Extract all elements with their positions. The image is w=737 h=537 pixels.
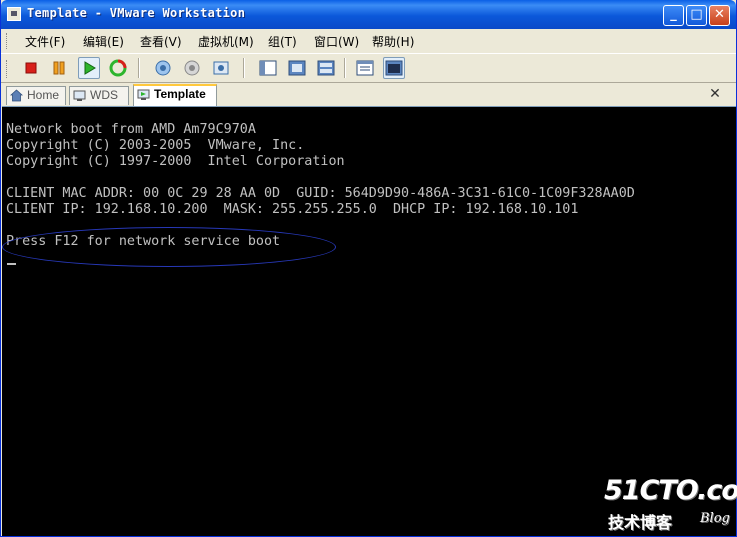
tab-template[interactable]: Template: [133, 84, 217, 106]
tab-bar: Home WDS Template ✕: [1, 84, 736, 106]
full-screen-button[interactable]: [286, 57, 308, 79]
console-line: CLIENT IP: 192.168.10.200 MASK: 255.255.…: [6, 202, 579, 217]
summary-view-icon: [356, 60, 374, 76]
quick-switch-icon: [317, 60, 335, 76]
watermark-blog: Blog: [700, 511, 730, 526]
home-icon: [10, 89, 23, 102]
toolbar-separator: [243, 58, 245, 78]
close-icon: ✕: [709, 86, 721, 102]
menu-edit[interactable]: 编辑(E): [83, 33, 124, 50]
vmware-window: Template - VMware Workstation _ □ ✕ 文件(F…: [0, 0, 737, 537]
snapshot-manager-button[interactable]: [210, 57, 232, 79]
summary-view-button[interactable]: [354, 57, 376, 79]
menu-bar: 文件(F) 编辑(E) 查看(V) 虚拟机(M) 组(T) 窗口(W) 帮助(H…: [1, 30, 736, 52]
vm-console[interactable]: Network boot from AMD Am79C970A Copyrigh…: [2, 106, 737, 536]
text-cursor: [7, 263, 16, 265]
tab-label: Template: [154, 87, 206, 101]
toolbar-separator: [344, 58, 346, 78]
close-icon: ✕: [714, 7, 725, 22]
sidebar-button[interactable]: [257, 57, 279, 79]
menubar-grip[interactable]: [6, 33, 10, 49]
power-on-button[interactable]: [78, 57, 100, 79]
quick-switch-button[interactable]: [315, 57, 337, 79]
maximize-icon: □: [690, 7, 703, 22]
revert-snapshot-icon: [184, 60, 200, 76]
console-view-button[interactable]: [383, 57, 405, 79]
console-line: Copyright (C) 1997-2000 Intel Corporatio…: [6, 154, 345, 169]
console-line: Copyright (C) 2003-2005 VMware, Inc.: [6, 138, 305, 153]
menu-vm[interactable]: 虚拟机(M): [198, 33, 254, 50]
pause-button[interactable]: [48, 57, 70, 79]
vm-icon: [73, 90, 86, 101]
highlight-ellipse: [2, 227, 336, 267]
close-button[interactable]: ✕: [709, 5, 730, 26]
toolbar: [1, 53, 736, 83]
snapshot-icon: [155, 60, 171, 76]
console-view-icon: [385, 60, 403, 76]
maximize-button[interactable]: □: [686, 5, 707, 26]
minimize-icon: _: [670, 7, 677, 22]
watermark-tagline: 技术博客: [608, 513, 673, 532]
tab-home[interactable]: Home: [6, 86, 66, 105]
menu-file[interactable]: 文件(F): [25, 33, 65, 50]
power-on-icon: [84, 61, 96, 75]
power-off-icon: [25, 62, 37, 74]
revert-snapshot-button[interactable]: [181, 57, 203, 79]
tab-label: WDS: [90, 88, 118, 102]
menu-windows[interactable]: 窗口(W): [314, 33, 359, 50]
vm-running-icon: [137, 89, 150, 100]
console-line: Network boot from AMD Am79C970A: [6, 122, 256, 137]
console-line: CLIENT MAC ADDR: 00 0C 29 28 AA 0D GUID:…: [6, 186, 635, 201]
power-off-button[interactable]: [20, 57, 42, 79]
sidebar-icon: [259, 60, 277, 76]
minimize-button[interactable]: _: [663, 5, 684, 26]
full-screen-icon: [288, 60, 306, 76]
menu-view[interactable]: 查看(V): [140, 33, 182, 50]
snapshot-manager-icon: [213, 61, 229, 75]
snapshot-button[interactable]: [152, 57, 174, 79]
reset-button[interactable]: [107, 57, 129, 79]
toolbar-separator: [138, 58, 140, 78]
menu-help[interactable]: 帮助(H): [372, 33, 414, 50]
tab-label: Home: [27, 88, 60, 102]
reset-icon: [109, 59, 127, 77]
tab-wds[interactable]: WDS: [69, 86, 129, 105]
watermark-site: 51CTO.com: [604, 475, 737, 506]
title-bar[interactable]: Template - VMware Workstation _ □ ✕: [1, 0, 736, 29]
window-title: Template - VMware Workstation: [27, 6, 246, 20]
close-tab-button[interactable]: ✕: [707, 86, 723, 102]
toolbar-grip[interactable]: [6, 60, 10, 78]
menu-team[interactable]: 组(T): [268, 33, 297, 50]
vmware-app-icon[interactable]: [7, 7, 21, 21]
pause-icon: [53, 61, 65, 75]
